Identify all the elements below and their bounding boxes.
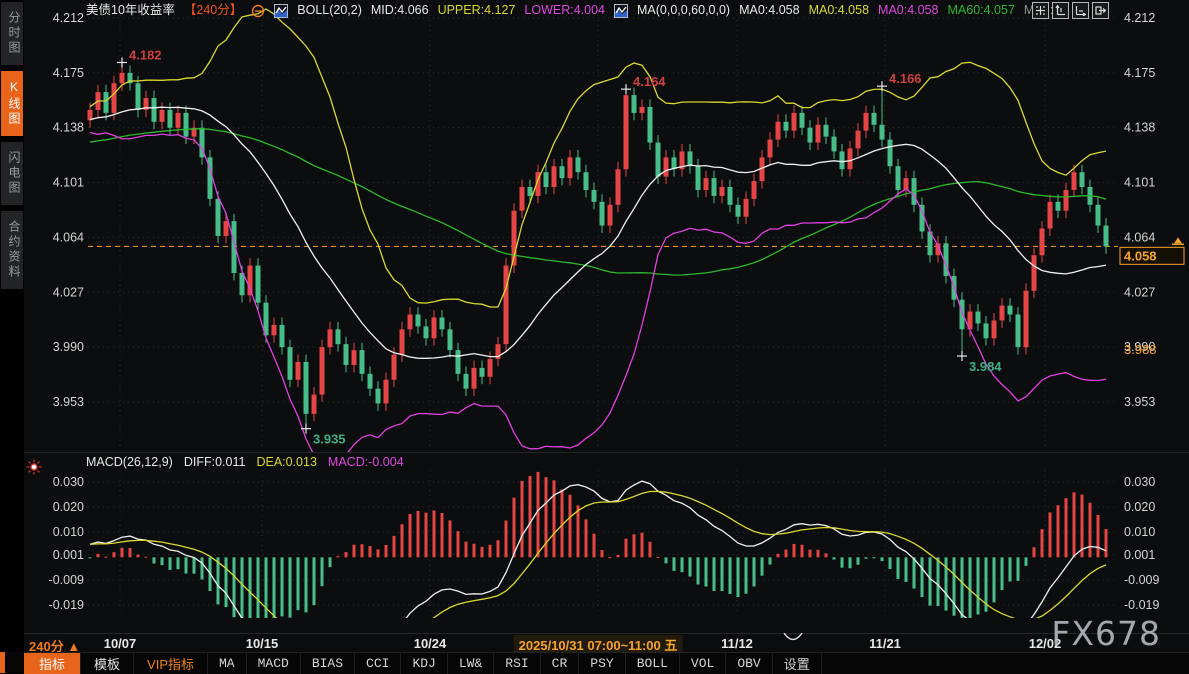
macd-header-segment-2: DEA:0.013 [256,455,316,470]
header-segment-13: MA60:4.057 [948,3,1015,18]
time-tick-11/12: 11/12 [721,636,753,651]
toolbar-button-LW&[interactable]: LW& [448,653,494,674]
macd-axis-label-right: 0.001 [1124,548,1155,562]
sidebar-tab-合约资料[interactable]: 合约资料 [1,211,23,289]
price-axis-label-left: 4.175 [53,66,84,80]
macd-axis-label-left: -0.019 [49,598,84,612]
header-segment-4: BOLL(20,2) [297,3,362,18]
time-axis: 240分 ▲ 10/0710/1510/242025/10/31 07:00~1… [24,633,1189,653]
pan-right-icon[interactable] [1092,2,1109,19]
sidebar-tab-闪电图[interactable]: 闪电图 [1,142,23,205]
header-segment-9: MA(0,0,0,60,0,0) [637,3,730,18]
header-segment-1: 【240分】 [184,3,242,18]
macd-axis-label-right: -0.009 [1124,573,1159,587]
toolbar-button-MACD[interactable]: MACD [247,653,301,674]
price-axis-label-right: 4.064 [1124,230,1155,244]
toolbar-button-RSI[interactable]: RSI [494,653,540,674]
price-axis-label-left: 4.027 [53,285,84,299]
secondary-price-label: 3.988 [1124,342,1157,357]
price-annotations: 4.182 4.164 4.166 3.935 3.984 [117,47,1002,446]
annotation-4.164: 4.164 [633,74,666,89]
macd-header-segment-3: MACD:-0.004 [328,455,404,470]
annotation-4.166: 4.166 [889,71,922,86]
annotation-4.182: 4.182 [129,47,162,62]
toolbar-button-CCI[interactable]: CCI [355,653,401,674]
trading-app-window: 分时图K线图闪电图合约资料 4.2124.2124.1754.1754.1384… [0,0,1189,673]
time-tick-11/21: 11/21 [869,636,901,651]
toolbar-accent-strip [0,652,5,673]
toolbar-button-OBV[interactable]: OBV [726,653,772,674]
line-chart-icon[interactable] [614,4,628,18]
bottom-left-corner [0,652,24,673]
macd-axis-label-right: 0.010 [1124,525,1155,539]
left-sidebar: 分时图 K线图闪电图合约资料 [0,0,24,652]
macd-axis-label-left: -0.009 [49,573,84,587]
header-segment-5: MID:4.066 [371,3,429,18]
price-axis-label-right: 4.175 [1124,66,1155,80]
toolbar-button-指标[interactable]: 指标 [24,653,81,674]
boll-upper-line [90,9,1106,307]
indicator-header-row: 美债10年收益率【240分】 BOLL(20,2) MID:4.066 UPPER:4… [86,3,1053,18]
toolbar-button-MA[interactable]: MA [208,653,247,674]
line-chart-icon[interactable] [274,4,288,18]
macd-axis-label-left: 0.030 [53,475,84,489]
annotation-3.984: 3.984 [969,359,1002,374]
price-axis-label-left: 3.990 [53,340,84,354]
header-segment-7: LOWER:4.004 [524,3,605,18]
time-tick-10/07: 10/07 [104,636,137,651]
indicator-toolbar: 指标模板VIP指标MAMACDBIASCCIKDJLW&RSICRPSYBOLL… [24,652,1189,674]
header-segment-10: MA0:4.058 [739,3,799,18]
pane-marker-icon[interactable] [25,458,43,481]
toolbar-button-VOL[interactable]: VOL [680,653,726,674]
move-crosshair-icon[interactable] [1032,2,1049,19]
pane-resize-handle[interactable] [782,633,804,643]
svg-text:4.058: 4.058 [1124,248,1157,263]
chart-main-area: 4.212 4.212 4.175 4.175 4.138 4.138 4.101 4.101… [24,0,1189,673]
price-axis-label-left: 4.101 [53,176,84,190]
header-segment-6: UPPER:4.127 [438,3,516,18]
price-axis-label-right: 4.101 [1124,176,1155,190]
time-tick-10/15: 10/15 [246,636,279,651]
chart-toolbox [1032,2,1109,19]
macd-header-row: MACD(26,12,9) DIFF:0.011 DEA:0.013 MACD:-0.… [86,455,404,470]
scale-y-axis-icon[interactable] [1052,2,1069,19]
header-segment-11: MA0:4.058 [809,3,869,18]
toolbar-button-设置[interactable]: 设置 [773,653,822,674]
sidebar-tab-K线图[interactable]: K线图 [1,71,23,136]
time-tick-10/24: 10/24 [414,636,447,651]
toolbar-button-PSY[interactable]: PSY [579,653,625,674]
price-axis-label-right: 4.212 [1124,11,1155,25]
toolbar-button-VIP指标[interactable]: VIP指标 [134,653,208,674]
sidebar-tab-分时图[interactable]: 分时图 [1,2,23,65]
scale-x-axis-icon[interactable] [1072,2,1089,19]
annotation-3.935: 3.935 [313,432,346,447]
macd-header-segment-0: MACD(26,12,9) [86,455,173,470]
macd-axis-label-right: 0.020 [1124,500,1155,514]
toolbar-button-BOLL[interactable]: BOLL [626,653,680,674]
macd-header-segment-1: DIFF:0.011 [184,455,246,470]
header-segment-12: MA0:4.058 [878,3,938,18]
price-axis-label-left: 3.953 [53,395,84,409]
toolbar-button-BIAS[interactable]: BIAS [301,653,355,674]
price-axis-label-left: 4.212 [53,11,84,25]
toolbar-button-模板[interactable]: 模板 [81,653,134,674]
macd-axis-label-left: 0.001 [53,548,84,562]
price-axis-label-right: 3.953 [1124,395,1155,409]
minus-circle-icon[interactable] [251,4,265,18]
macd-axis-label-left: 0.020 [53,500,84,514]
macd-axis-label-left: 0.010 [53,525,84,539]
price-axis-label-right: 4.138 [1124,121,1155,135]
toolbar-button-CR[interactable]: CR [541,653,580,674]
header-segment-0: 美债10年收益率 [86,3,175,18]
toolbar-button-KDJ[interactable]: KDJ [401,653,447,674]
watermark: FX678 [1051,614,1161,653]
price-axis-label-left: 4.064 [53,230,84,244]
price-macd-chart-canvas[interactable]: 4.212 4.212 4.175 4.175 4.138 4.138 4.101 4.101… [24,0,1189,633]
price-axis-label-right: 4.027 [1124,285,1155,299]
price-axis-label-left: 4.138 [53,121,84,135]
macd-axis-label-right: 0.030 [1124,475,1155,489]
macd-axis-label-right: -0.019 [1124,598,1159,612]
grid-lines [24,10,1189,612]
